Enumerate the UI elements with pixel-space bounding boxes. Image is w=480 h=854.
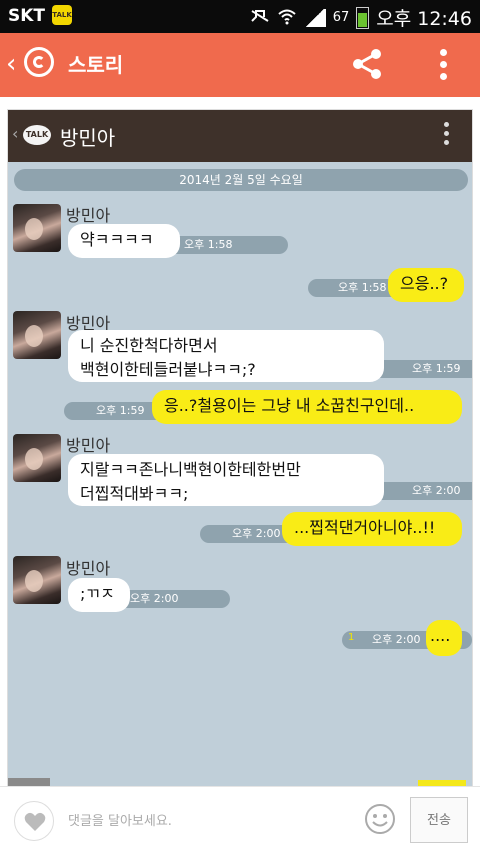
signal-icon <box>303 8 326 27</box>
chevron-left-icon: ‹ <box>12 124 19 143</box>
battery-icon <box>356 6 370 29</box>
app-bar: ‹ 스토리 <box>0 33 480 97</box>
carrier-label: SKT <box>8 6 46 26</box>
kakaostory-icon[interactable] <box>24 47 54 77</box>
sender-name: 방민아 <box>66 436 111 455</box>
message-bubble: 으응..? <box>388 268 464 302</box>
smiley-icon[interactable] <box>364 803 396 835</box>
comment-input[interactable] <box>66 805 350 837</box>
send-button[interactable]: 전송 <box>410 797 468 843</box>
message-bubble: 약ㅋㅋㅋㅋ <box>68 224 180 258</box>
message-bubble: ...찝적댄거아니야..!! <box>282 512 462 546</box>
heart-icon[interactable] <box>14 801 54 841</box>
clock: 오후 12:46 <box>376 8 472 30</box>
sender-name: 방민아 <box>66 206 111 225</box>
comment-bar: 전송 <box>0 786 480 854</box>
chat-title: 방민아 <box>60 126 116 150</box>
share-icon[interactable] <box>350 47 384 81</box>
message-bubble: 응..?철용이는 그냥 내 소꿉친구인데.. <box>152 390 462 424</box>
wifi-icon <box>277 7 297 29</box>
status-bar: SKT TALK 67 오후 12:46 <box>0 0 480 33</box>
message-bubble: 니 순진한척다하면서 백현이한테들러붙냐ㅋㅋ;? <box>68 330 384 382</box>
date-divider: 2014년 2월 5일 수요일 <box>14 169 468 191</box>
mute-icon <box>250 7 270 29</box>
avatar <box>13 204 61 252</box>
message-line: 더찝적대봐ㅋㅋ; <box>80 484 189 503</box>
avatar <box>13 311 61 359</box>
talk-badge-icon: TALK <box>23 125 51 145</box>
unread-count: 1 <box>348 632 355 643</box>
chat-header: ‹ TALK 방민아 <box>8 110 472 162</box>
kakaotalk-notification-icon: TALK <box>52 5 72 25</box>
message-line: 지랄ㅋㅋ존나니백현이한테한번만 <box>80 460 301 479</box>
avatar <box>13 556 61 604</box>
sender-name: 방민아 <box>66 559 111 578</box>
more-vertical-icon[interactable] <box>430 47 456 81</box>
avatar <box>13 434 61 482</box>
message-line: 백현이한테들러붙냐ㅋㅋ;? <box>80 360 256 379</box>
message-bubble: 지랄ㅋㅋ존나니백현이한테한번만 더찝적대봐ㅋㅋ; <box>68 454 384 506</box>
message-bubble: ;ㄲㅈ <box>68 578 130 612</box>
message-bubble: .... <box>426 620 462 656</box>
chevron-left-icon[interactable]: ‹ <box>6 51 16 77</box>
chat-screenshot[interactable]: ‹ TALK 방민아 2014년 2월 5일 수요일 방민아 오후 1:58 약… <box>8 110 472 788</box>
app-bar-title: 스토리 <box>68 53 124 77</box>
battery-percent: 67 <box>332 10 350 25</box>
more-vertical-icon <box>444 122 450 148</box>
message-line: 니 순진한척다하면서 <box>80 336 218 355</box>
status-indicators: 67 오후 12:46 <box>250 4 472 31</box>
